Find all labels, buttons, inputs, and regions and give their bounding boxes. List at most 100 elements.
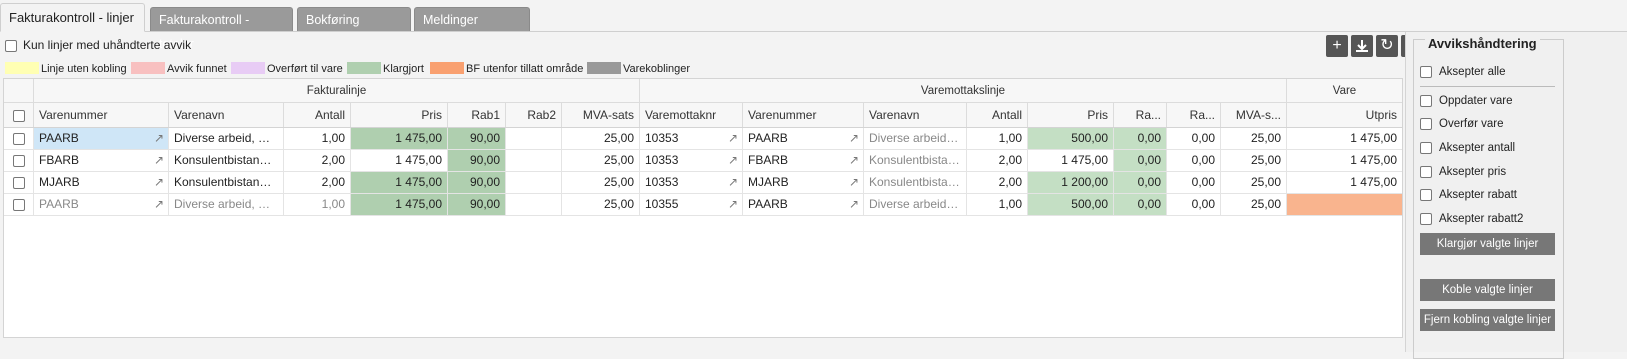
cell-pris: 1 475,00: [351, 150, 448, 171]
cell-vm-varenavn: Konsulentbistan...: [864, 150, 967, 171]
cell-rab1: 90,00: [448, 194, 506, 215]
option-overfor-vare[interactable]: Overfør vare: [1420, 118, 1504, 130]
option-oppdater-vare[interactable]: Oppdater vare: [1420, 95, 1513, 107]
external-link-icon[interactable]: ↗: [728, 150, 738, 171]
table-row[interactable]: FBARB ↗ Konsulentbistand, ... 2,00 1 475,…: [4, 150, 1402, 172]
col-vm-antall[interactable]: Antall: [967, 103, 1028, 127]
cell-antall: 2,00: [284, 150, 351, 171]
external-link-icon[interactable]: ↗: [728, 128, 738, 149]
col-antall[interactable]: Antall: [284, 103, 351, 127]
select-all[interactable]: [4, 103, 34, 127]
col-varenavn[interactable]: Varenavn: [169, 103, 284, 127]
col-varenummer[interactable]: Varenummer: [34, 103, 169, 127]
invoice-lines-grid: Fakturalinje Varemottakslinje Vare Varen…: [3, 78, 1403, 338]
group-varemottakslinje: Varemottakslinje: [640, 79, 1287, 103]
cell-vm-varenummer[interactable]: MJARB ↗: [743, 172, 864, 193]
cell-vm-pris: 500,00: [1028, 194, 1114, 215]
cell-vm-rab1: 0,00: [1114, 194, 1167, 215]
col-vm-varenummer[interactable]: Varenummer: [743, 103, 864, 127]
cell-rab2: [506, 194, 562, 215]
cell-vm-varenavn: Diverse arbeid, ...: [864, 128, 967, 149]
table-row[interactable]: MJARB ↗ Konsulentbistand, ... 2,00 1 475,…: [4, 172, 1402, 194]
col-vm-rab1[interactable]: Ra...: [1114, 103, 1167, 127]
cell-varemottaknr[interactable]: 10353 ↗: [640, 172, 743, 193]
tab-meldinger[interactable]: Meldinger: [414, 7, 530, 31]
option-aksepter-antall[interactable]: Aksepter antall: [1420, 142, 1515, 154]
cell-vm-rab2: 0,00: [1167, 172, 1221, 193]
external-link-icon[interactable]: ↗: [728, 194, 738, 215]
col-vm-rab2[interactable]: Ra...: [1167, 103, 1221, 127]
cell-vm-pris: 1 475,00: [1028, 150, 1114, 171]
cell-varemottaknr[interactable]: 10353 ↗: [640, 150, 743, 171]
legend-item: BF utenfor tillatt område: [430, 62, 583, 76]
plus-icon[interactable]: +: [1326, 35, 1348, 57]
cell-vm-rab1: 0,00: [1114, 172, 1167, 193]
external-link-icon[interactable]: ↗: [849, 172, 859, 193]
cell-vm-pris: 1 200,00: [1028, 172, 1114, 193]
col-vm-mva[interactable]: MVA-s...: [1221, 103, 1287, 127]
row-checkbox[interactable]: [4, 194, 34, 215]
cell-vm-rab2: 0,00: [1167, 194, 1221, 215]
cell-rab2: [506, 172, 562, 193]
download-icon[interactable]: [1351, 35, 1373, 57]
cell-mva: 25,00: [562, 172, 640, 193]
row-checkbox[interactable]: [4, 172, 34, 193]
cell-utpris: 1 475,00: [1287, 128, 1402, 149]
tab-fakturakontroll-totaler[interactable]: Fakturakontroll - totaler: [150, 7, 293, 51]
tab-bokforing[interactable]: Bokføring: [297, 7, 411, 31]
table-row[interactable]: PAARB ↗ Diverse arbeid, Per... 1,00 1 475…: [4, 128, 1402, 150]
external-link-icon[interactable]: ↗: [728, 172, 738, 193]
cell-mva: 25,00: [562, 128, 640, 149]
option-aksepter-pris[interactable]: Aksepter pris: [1420, 166, 1506, 178]
cell-rab1: 90,00: [448, 128, 506, 149]
tab-divider: [0, 31, 1627, 32]
cell-vm-varenavn: Diverse arbeid, ...: [864, 194, 967, 215]
cell-varenummer[interactable]: PAARB ↗: [34, 194, 169, 215]
external-link-icon[interactable]: ↗: [849, 128, 859, 149]
external-link-icon[interactable]: ↗: [154, 128, 164, 149]
cell-vm-varenummer[interactable]: PAARB ↗: [743, 128, 864, 149]
cell-vm-varenavn: Konsulentbistan...: [864, 172, 967, 193]
col-vm-pris[interactable]: Pris: [1028, 103, 1114, 127]
legend-item: Overført til vare: [231, 62, 343, 76]
cell-varenummer[interactable]: MJARB ↗: [34, 172, 169, 193]
external-link-icon[interactable]: ↗: [154, 194, 164, 215]
cell-vm-rab1: 0,00: [1114, 128, 1167, 149]
cell-vm-varenummer[interactable]: PAARB ↗: [743, 194, 864, 215]
row-checkbox[interactable]: [4, 128, 34, 149]
refresh-icon[interactable]: ↻: [1376, 35, 1398, 57]
filter-checkbox[interactable]: [5, 39, 17, 52]
link-selected-button[interactable]: Koble valgte linjer: [1420, 279, 1555, 301]
cell-varenummer[interactable]: PAARB ↗: [34, 128, 169, 149]
external-link-icon[interactable]: ↗: [849, 150, 859, 171]
col-rab2[interactable]: Rab2: [506, 103, 562, 127]
cell-vm-mva: 25,00: [1221, 150, 1287, 171]
cell-varemottaknr[interactable]: 10355 ↗: [640, 194, 743, 215]
cell-vm-varenummer[interactable]: FBARB ↗: [743, 150, 864, 171]
external-link-icon[interactable]: ↗: [154, 172, 164, 193]
cell-varenavn: Diverse arbeid, Per...: [169, 194, 284, 215]
col-utpris[interactable]: Utpris: [1287, 103, 1402, 127]
col-rab1[interactable]: Rab1: [448, 103, 506, 127]
tab-fakturakontroll-linjer[interactable]: Fakturakontroll - linjer: [0, 3, 145, 32]
cell-antall: 1,00: [284, 128, 351, 149]
prepare-selected-button[interactable]: Klargjør valgte linjer: [1420, 233, 1555, 255]
cell-vm-antall: 2,00: [967, 150, 1028, 171]
cell-varemottaknr[interactable]: 10353 ↗: [640, 128, 743, 149]
col-pris[interactable]: Pris: [351, 103, 448, 127]
col-vm-varenavn[interactable]: Varenavn: [864, 103, 967, 127]
cell-varenummer[interactable]: FBARB ↗: [34, 150, 169, 171]
group-fakturalinje: Fakturalinje: [34, 79, 640, 103]
table-row[interactable]: PAARB ↗ Diverse arbeid, Per... 1,00 1 475…: [4, 194, 1402, 216]
unlink-selected-button[interactable]: Fjern kobling valgte linjer: [1420, 309, 1555, 331]
col-mva-sats[interactable]: MVA-sats: [562, 103, 640, 127]
col-varemottaknr[interactable]: Varemottaknr: [640, 103, 743, 127]
cell-varenavn: Konsulentbistand, ...: [169, 172, 284, 193]
accept-all-option[interactable]: Aksepter alle: [1420, 66, 1505, 78]
external-link-icon[interactable]: ↗: [849, 194, 859, 215]
row-checkbox[interactable]: [4, 150, 34, 171]
external-link-icon[interactable]: ↗: [154, 150, 164, 171]
filter-unhandled[interactable]: Kun linjer med uhåndterte avvik: [5, 38, 191, 52]
option-aksepter-rabatt[interactable]: Aksepter rabatt: [1420, 189, 1517, 201]
option-aksepter-rabatt2[interactable]: Aksepter rabatt2: [1420, 213, 1523, 225]
